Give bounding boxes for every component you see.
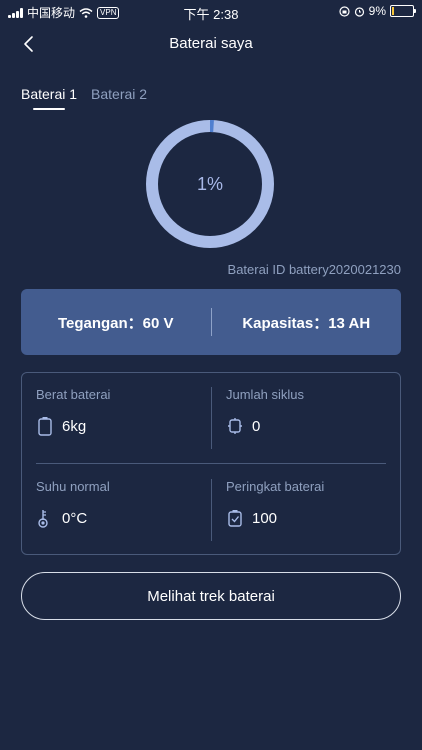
tab-baterai-1[interactable]: Baterai 1 bbox=[21, 86, 77, 110]
battery-icon bbox=[38, 417, 52, 436]
battery-tabs: Baterai 1 Baterai 2 bbox=[21, 86, 147, 110]
weight-cell: Berat baterai 6kg bbox=[36, 387, 206, 436]
capacity-spec: Kapasitas：13 AH bbox=[242, 314, 371, 332]
card-divider-bottom bbox=[211, 479, 212, 541]
card-divider-top bbox=[211, 387, 212, 449]
card-divider-horizontal bbox=[36, 463, 386, 464]
alarm-icon bbox=[354, 6, 364, 17]
temperature-value: 0°C bbox=[62, 509, 88, 527]
battery-percent: 9% bbox=[368, 4, 386, 18]
voltage-spec: Tegangan：60 V bbox=[57, 314, 174, 332]
battery-info-card: Berat baterai 6kg Jumlah siklus 0 Suhu n… bbox=[21, 372, 401, 555]
cycles-cell: Jumlah siklus 0 bbox=[226, 387, 396, 436]
page-title: Baterai saya bbox=[169, 35, 253, 52]
cycles-label: Jumlah siklus bbox=[226, 387, 305, 402]
thermometer-icon bbox=[38, 510, 48, 528]
rating-label: Peringkat baterai bbox=[226, 479, 325, 494]
nav-bar: Baterai saya bbox=[0, 30, 422, 58]
rating-value: 100 bbox=[252, 509, 278, 527]
cycle-icon bbox=[228, 418, 242, 434]
status-right: 9% bbox=[339, 4, 416, 18]
temperature-label: Suhu normal bbox=[36, 479, 110, 494]
gauge-percent: 1% bbox=[196, 173, 223, 194]
status-battery-icon bbox=[390, 5, 416, 17]
rating-cell: Peringkat baterai 100 bbox=[226, 479, 396, 528]
lock-rotation-icon bbox=[339, 5, 350, 17]
cycles-value: 0 bbox=[252, 417, 261, 435]
spec-bar: Tegangan：60 V Kapasitas：13 AH bbox=[21, 289, 401, 355]
status-bar: 中国移动 VPN 下午 2:38 9% bbox=[0, 0, 422, 22]
weight-value: 6kg bbox=[62, 417, 87, 435]
view-battery-track-button[interactable]: Melihat trek baterai bbox=[21, 572, 401, 620]
weight-label: Berat baterai bbox=[36, 387, 111, 402]
battery-id: Baterai ID battery2020021230 bbox=[227, 262, 401, 277]
tab-baterai-2[interactable]: Baterai 2 bbox=[91, 86, 147, 110]
temperature-cell: Suhu normal 0°C bbox=[36, 479, 206, 528]
rating-icon bbox=[228, 510, 242, 527]
